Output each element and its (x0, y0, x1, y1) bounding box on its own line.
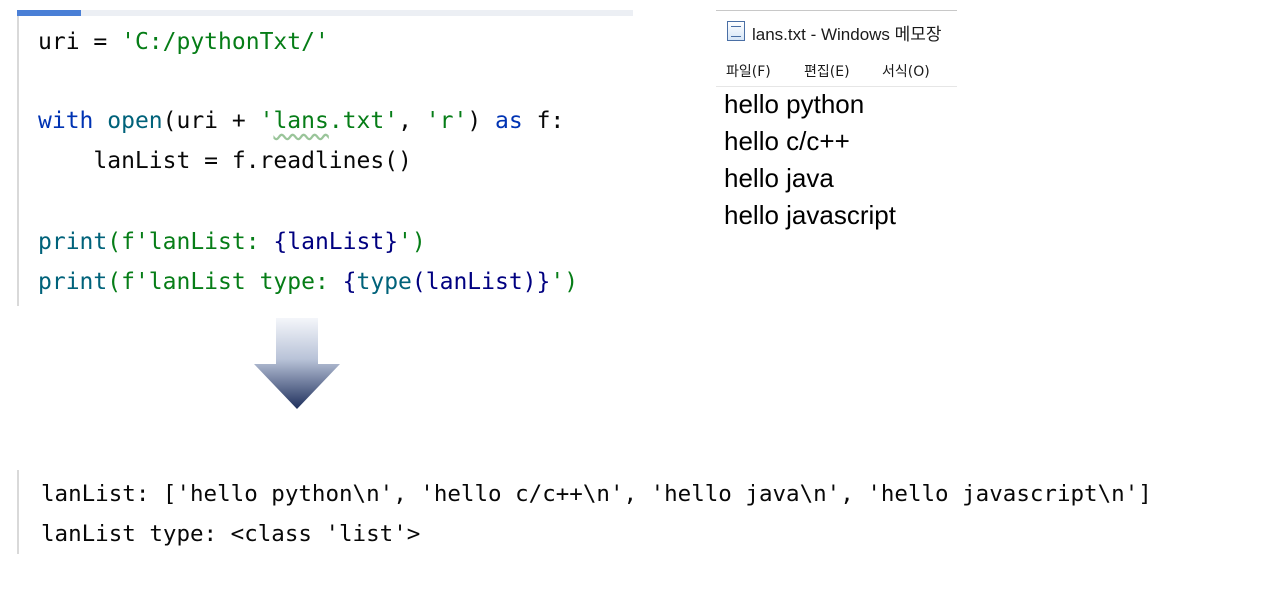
code-token-string: ') (398, 229, 426, 255)
code-token-function: open (107, 108, 163, 134)
code-token-string: ') (550, 269, 579, 295)
notepad-titlebar[interactable]: lans.txt - Windows 메모장 (716, 10, 957, 51)
code-token-function: type (356, 269, 412, 295)
code-token-interpolation: { (342, 269, 357, 295)
active-tab-indicator (17, 10, 81, 16)
notepad-line: hello c/c++ (724, 126, 850, 156)
code-token-keyword: as (495, 108, 523, 134)
code-token-string: (f'lanList: (107, 229, 274, 255)
editor-tab-strip (17, 10, 633, 16)
notepad-window: lans.txt - Windows 메모장 파일(F) 편집(E) 서식(O)… (716, 10, 957, 235)
code-token: (uri + (162, 108, 260, 134)
code-line-3[interactable]: lanList = f.readlines() (38, 146, 412, 176)
code-line-4[interactable]: print(f'lanList: {lanList}') (38, 227, 426, 257)
code-line-1[interactable]: uri = 'C:/pythonTxt/' (38, 27, 329, 57)
code-token-string: ' (259, 108, 274, 134)
notepad-line: hello javascript (724, 200, 896, 230)
menu-file[interactable]: 파일(F) (726, 61, 771, 81)
menu-format[interactable]: 서식(O) (882, 61, 930, 81)
code-line-5[interactable]: print(f'lanList type: {type(lanList)}') (38, 267, 578, 297)
code-token-function: print (38, 229, 108, 255)
code-token-interpolation: (lanList) (411, 269, 537, 295)
code-token-interpolation: {lanList} (273, 229, 399, 255)
output-line: lanList: ['hello python\n', 'hello c/c++… (41, 481, 1152, 507)
notepad-title: lans.txt - Windows 메모장 (752, 25, 942, 44)
code-token-string: .txt' (328, 108, 399, 134)
output-line: lanList type: <class 'list'> (41, 521, 421, 547)
code-editor[interactable]: uri = 'C:/pythonTxt/' with open(uri + 'l… (17, 10, 633, 306)
code-token-string: 'r' (425, 108, 468, 134)
code-token: f: (522, 108, 565, 134)
code-line-2[interactable]: with open(uri + 'lans.txt', 'r') as f: (38, 106, 564, 136)
notepad-line: hello python (724, 89, 865, 119)
code-token-string-typo: lans (273, 108, 329, 134)
code-token: lanList = f.readlines() (38, 148, 412, 174)
notepad-icon (727, 21, 745, 41)
code-token-string: 'C:/pythonTxt/' (121, 29, 329, 55)
code-token-string: (f'lanList type: (107, 269, 343, 295)
code-token-function: print (38, 269, 108, 295)
code-token-interpolation: } (536, 269, 551, 295)
code-token: uri = (38, 29, 122, 55)
code-token-keyword: with (38, 108, 94, 134)
code-token: , (398, 108, 426, 134)
menu-edit[interactable]: 편집(E) (804, 61, 850, 81)
down-arrow-icon (254, 318, 340, 409)
output-console[interactable]: lanList: ['hello python\n', 'hello c/c++… (17, 470, 1269, 554)
notepad-line: hello java (724, 163, 834, 193)
notepad-menubar: 파일(F) 편집(E) 서식(O) (716, 58, 957, 87)
code-token: ) (467, 108, 496, 134)
